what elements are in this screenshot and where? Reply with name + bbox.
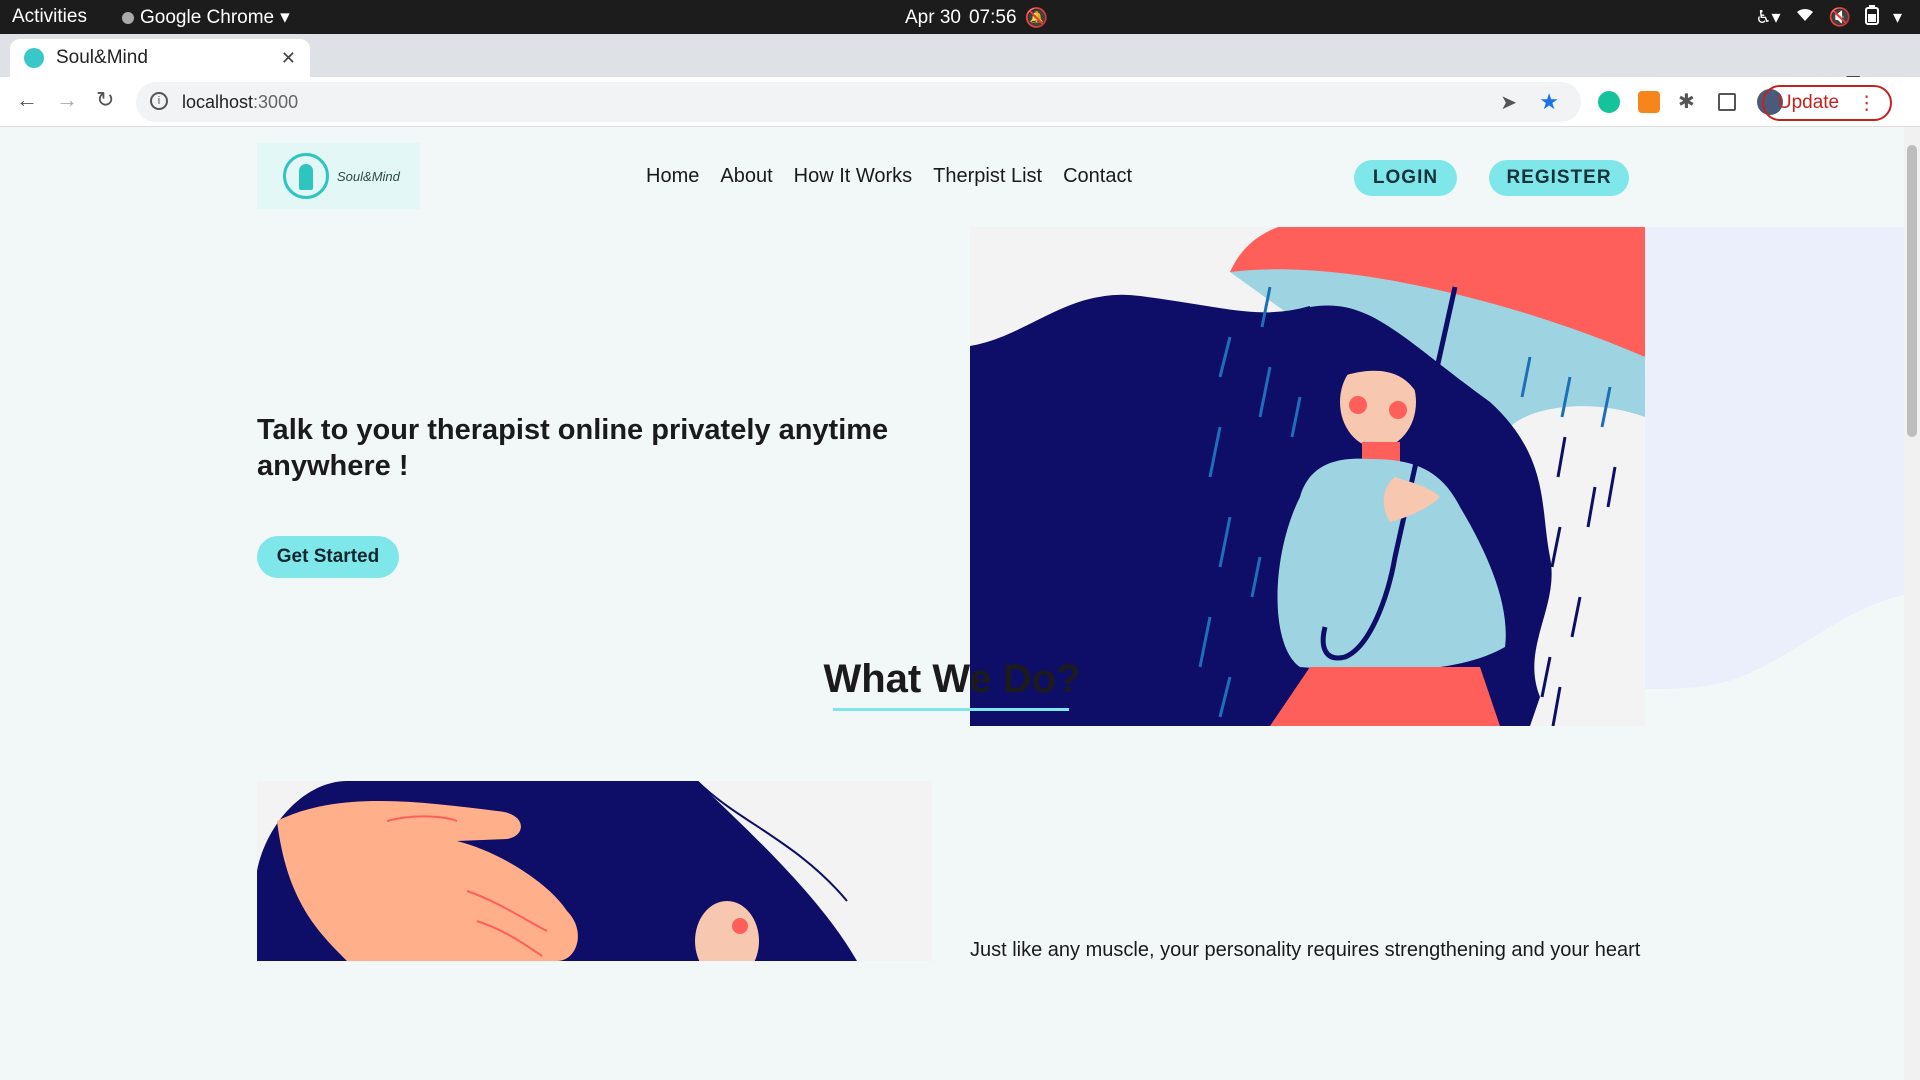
chevron-down-icon: ▾ — [280, 7, 290, 28]
nav-about[interactable]: About — [720, 165, 772, 188]
clock-time: 07:56 — [968, 7, 1017, 28]
sidepanel-icon[interactable] — [1718, 93, 1736, 111]
meditation-icon — [283, 153, 329, 199]
app-menu[interactable]: Google Chrome ▾ — [122, 6, 290, 29]
extensions-icon[interactable]: ✱ — [1678, 89, 1700, 113]
chevron-down-icon: ▾ — [1892, 7, 1902, 27]
register-button[interactable]: REGISTER — [1489, 160, 1629, 196]
page-scrollbar[interactable] — [1904, 127, 1920, 1080]
reload-icon[interactable]: ↻ — [96, 87, 114, 113]
browser-tab[interactable]: Soul&Mind ✕ — [10, 39, 310, 77]
system-tray[interactable]: ♿▾ 🔇 ▾ — [1755, 5, 1902, 30]
nav-therapist-list[interactable]: Therpist List — [933, 165, 1042, 188]
section-title: What We Do? — [823, 657, 1081, 701]
favicon — [24, 48, 44, 68]
nav-how-it-works[interactable]: How It Works — [794, 165, 913, 188]
site-logo[interactable]: Soul&Mind — [257, 143, 420, 209]
send-icon[interactable]: ➤ — [1500, 90, 1517, 115]
back-icon[interactable]: ← — [16, 87, 38, 113]
update-button[interactable]: Update ⋮ — [1762, 85, 1892, 121]
scrollbar-thumb[interactable] — [1907, 145, 1917, 437]
volume-icon: 🔇 — [1828, 7, 1851, 27]
get-started-button[interactable]: Get Started — [257, 536, 399, 578]
login-button[interactable]: LOGIN — [1354, 160, 1457, 196]
notifications-muted-icon: 🔕 — [1024, 8, 1049, 29]
menu-icon: ⋮ — [1857, 92, 1877, 114]
grammarly-icon[interactable] — [1598, 91, 1620, 113]
info-icon[interactable]: i — [150, 92, 168, 110]
browser-toolbar: ← → ↻ i localhost:3000 ➤ ★ ✱ Update ⋮ — [0, 77, 1920, 127]
tab-title: Soul&Mind — [56, 47, 148, 68]
section-title-underline — [833, 708, 1069, 711]
section-body-text: Just like any muscle, your personality r… — [970, 939, 1641, 961]
nav-home[interactable]: Home — [646, 165, 699, 188]
metamask-icon[interactable] — [1638, 91, 1660, 113]
app-menu-label: Google Chrome — [140, 6, 275, 28]
battery-icon — [1864, 5, 1879, 30]
wifi-icon — [1795, 7, 1815, 28]
web-page: Soul&Mind Home About How It Works Therpi… — [0, 127, 1904, 1080]
hero-illustration — [970, 227, 1645, 726]
url-host: localhost — [182, 91, 254, 112]
clock[interactable]: Apr 30 07:56 🔕 — [905, 6, 1048, 30]
system-top-bar: Activities Google Chrome ▾ Apr 30 07:56 … — [0, 0, 1920, 34]
close-tab-icon[interactable]: ✕ — [281, 48, 296, 69]
hero-background-blob — [1645, 227, 1904, 689]
accessibility-icon[interactable]: ♿▾ — [1755, 7, 1780, 28]
logo-text: Soul&Mind — [337, 168, 400, 184]
nav-contact[interactable]: Contact — [1063, 165, 1132, 188]
chrome-app-icon — [122, 11, 134, 24]
hero-title: Talk to your therapist online privately … — [257, 414, 889, 482]
star-icon[interactable]: ★ — [1539, 89, 1559, 115]
address-bar[interactable]: i localhost:3000 ➤ ★ — [136, 82, 1581, 122]
update-label: Update — [1777, 92, 1840, 113]
helping-hand-illustration — [257, 781, 932, 961]
url-port: :3000 — [253, 91, 299, 112]
clock-date: Apr 30 — [905, 7, 961, 28]
tab-strip: Soul&Mind ✕ + ⌄ – ❐ ✕ — [0, 34, 1920, 104]
forward-icon[interactable]: → — [56, 87, 78, 113]
activities-button[interactable]: Activities — [12, 6, 87, 28]
main-nav: Home About How It Works Therpist List Co… — [646, 165, 1132, 188]
